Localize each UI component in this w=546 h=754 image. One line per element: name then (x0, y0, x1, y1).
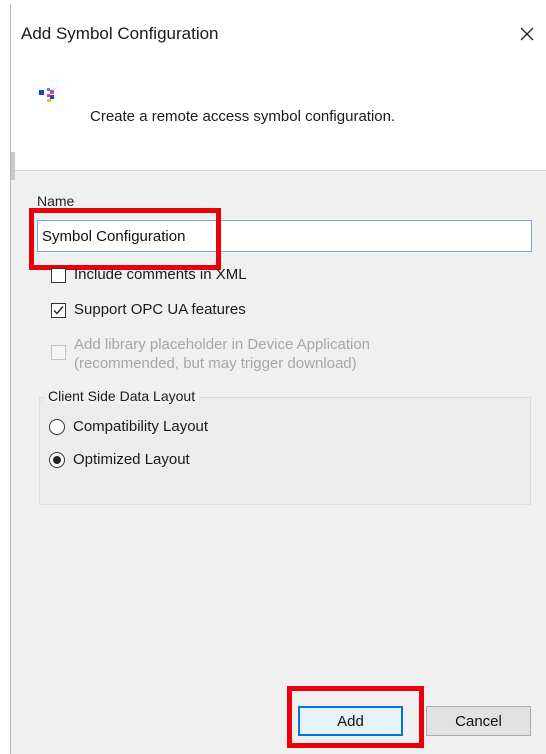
dialog-header: Create a remote access symbol configurat… (11, 62, 546, 171)
compatibility-layout-option[interactable]: Compatibility Layout (49, 418, 208, 435)
name-input[interactable] (37, 220, 532, 252)
add-library-placeholder-checkbox (51, 345, 66, 360)
add-library-placeholder-option: Add library placeholder in Device Applic… (51, 335, 370, 373)
cancel-button[interactable]: Cancel (426, 706, 531, 736)
support-opc-ua-checkbox[interactable] (51, 303, 66, 318)
add-symbol-configuration-dialog: Add Symbol Configuration Create a remote… (10, 4, 546, 754)
include-comments-option[interactable]: Include comments in XML (51, 266, 247, 283)
add-library-placeholder-label-line2: (recommended, but may trigger download) (74, 355, 357, 372)
optimized-layout-label: Optimized Layout (73, 451, 190, 468)
title-bar: Add Symbol Configuration (11, 4, 546, 62)
include-comments-checkbox[interactable] (51, 268, 66, 283)
close-icon (520, 27, 534, 41)
optimized-layout-option[interactable]: Optimized Layout (49, 451, 190, 468)
compatibility-layout-label: Compatibility Layout (73, 418, 209, 435)
support-opc-ua-option[interactable]: Support OPC UA features (51, 301, 246, 318)
radio-selected-dot (53, 455, 61, 464)
client-side-data-layout-legend: Client Side Data Layout (45, 388, 199, 404)
header-description: Create a remote access symbol configurat… (90, 108, 396, 125)
add-library-placeholder-label-line1: Add library placeholder in Device Applic… (74, 336, 371, 353)
dialog-title: Add Symbol Configuration (21, 24, 219, 43)
include-comments-label: Include comments in XML (74, 266, 247, 283)
support-opc-ua-label: Support OPC UA features (74, 301, 246, 318)
compatibility-layout-radio[interactable] (49, 418, 65, 435)
checkmark-icon (53, 306, 64, 315)
name-label: Name (37, 193, 75, 209)
add-button[interactable]: Add (298, 706, 403, 736)
add-library-placeholder-label: Add library placeholder in Device Applic… (74, 335, 370, 373)
close-button[interactable] (511, 18, 543, 50)
optimized-layout-radio[interactable] (49, 451, 65, 468)
symbol-configuration-icon (39, 88, 54, 102)
window-edge-divider (11, 152, 15, 180)
